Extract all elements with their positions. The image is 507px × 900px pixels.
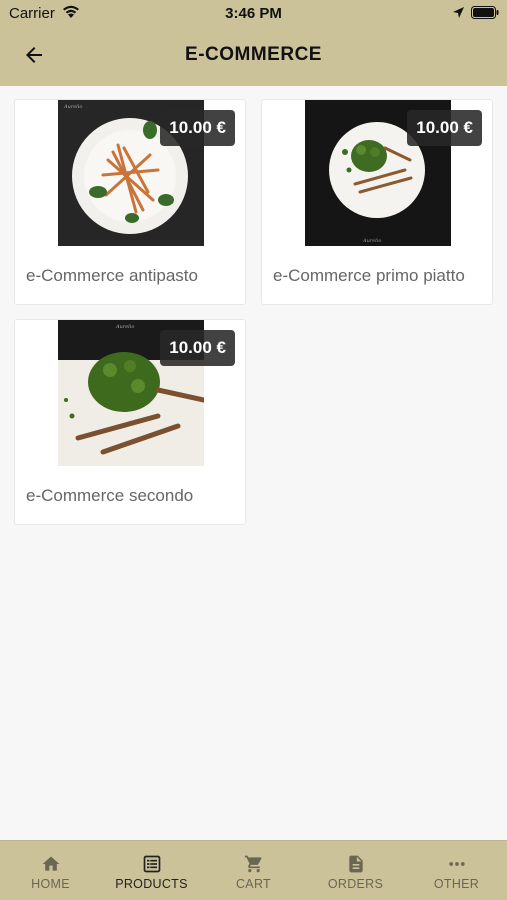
home-icon (42, 856, 59, 871)
more-icon (448, 862, 465, 866)
tab-label: PRODUCTS (115, 877, 188, 891)
tab-label: CART (235, 877, 271, 891)
price-badge: 10.00 € (160, 330, 235, 366)
page-title: E-COMMERCE (185, 44, 322, 65)
product-name: e-Commerce secondo (26, 486, 194, 505)
product-card-secondo[interactable]: Aurelio 10.00 € e-Commerce secondo (14, 319, 246, 525)
list-icon (143, 855, 160, 873)
tab-products[interactable]: PRODUCTS (101, 841, 202, 900)
tab-label: ORDERS (327, 877, 384, 891)
cart-icon (244, 855, 261, 873)
svg-text:Aurelio: Aurelio (362, 238, 381, 244)
app-header: Carrier 3:46 PM E-COMMERCE (0, 0, 507, 86)
tab-orders[interactable]: ORDERS (305, 841, 406, 900)
tab-label: HOME (31, 877, 70, 891)
product-card-primo[interactable]: Aurelio 10.00 € e-Commerce primo piatto (261, 99, 493, 305)
product-name: e-Commerce primo piatto (273, 266, 465, 285)
status-time: 3:46 PM (225, 5, 282, 22)
product-card-antipasto[interactable]: Aurelio 10.00 € e-Commerce antipasto (14, 99, 246, 305)
tab-other[interactable]: OTHER (406, 841, 507, 900)
product-name: e-Commerce antipasto (26, 266, 198, 285)
svg-text:Aurelio: Aurelio (63, 104, 82, 110)
location-arrow-icon (453, 7, 464, 18)
tab-label: OTHER (433, 877, 480, 891)
battery-icon (471, 6, 499, 19)
document-icon (348, 855, 363, 873)
tab-cart[interactable]: CART (203, 841, 304, 900)
price-badge: 10.00 € (407, 110, 482, 146)
navigation-bar: E-COMMERCE (0, 26, 507, 86)
price-badge: 10.00 € (160, 110, 235, 146)
status-bar: Carrier 3:46 PM (0, 0, 507, 26)
bottom-tab-bar: HOME PRODUCTS CART ORDERS OTHER (0, 840, 507, 900)
svg-text:Aurelio: Aurelio (115, 324, 134, 330)
tab-home[interactable]: HOME (0, 841, 101, 900)
